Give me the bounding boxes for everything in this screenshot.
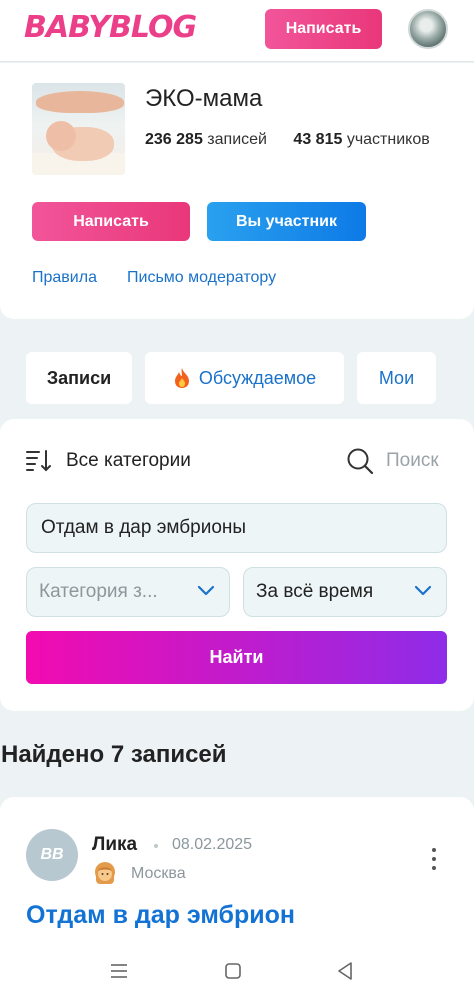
community-stats: 236 285 записей 43 815 участников [145,131,430,149]
community-card: ЭКО-мама 236 285 записей 43 815 участник… [0,63,474,319]
community-title: ЭКО-мама [145,85,263,112]
community-image [32,83,125,175]
search-icon [347,448,374,475]
tab-discussed[interactable]: Обсуждаемое [145,352,344,404]
search-toggle[interactable]: Поиск [346,447,439,475]
period-select-value: За всё время [256,581,374,602]
post-title[interactable]: Отдам в дар эмбрион [26,901,295,930]
filter-card: Все категории Поиск Отдам в дар эмбрионы… [0,419,474,711]
categories-label: Все категории [66,450,191,471]
members-label: участников [346,131,430,148]
author-avatar[interactable]: BB [26,829,78,881]
chevron-down-icon [414,585,432,596]
tab-discussed-label: Обсуждаемое [198,367,317,388]
more-options-icon[interactable] [428,847,440,873]
tab-mine[interactable]: Мои [357,352,436,404]
search-label: Поиск [386,450,439,471]
member-button[interactable]: Вы участник [207,202,366,241]
results-heading: Найдено 7 записей [1,741,227,768]
categories-filter[interactable]: Все категории [26,449,191,473]
rules-link[interactable]: Правила [32,269,97,287]
tab-mine-label: Мои [378,367,415,388]
girl-emoji-icon [95,862,115,884]
moderator-link[interactable]: Письмо модератору [127,269,276,287]
chevron-down-icon [197,585,215,596]
fire-icon [173,367,191,389]
user-avatar[interactable] [408,9,448,49]
search-query-input[interactable]: Отдам в дар эмбрионы [26,503,447,553]
sort-filter-icon [26,450,51,472]
system-nav-bar [0,945,474,1000]
members-count: 43 815 [293,131,343,148]
back-icon[interactable] [337,962,353,980]
posts-label: записей [207,131,267,148]
community-write-button[interactable]: Написать [32,202,190,241]
posts-count: 236 285 [145,131,203,148]
post-date: 08.02.2025 [172,836,253,853]
category-select[interactable]: Категория з... [26,567,230,617]
recent-apps-icon[interactable] [110,963,128,979]
separator-dot [154,844,158,848]
post-city: Москва [131,865,186,882]
babyblog-logo[interactable]: BABYBLOG [24,10,197,45]
category-select-placeholder: Категория з... [39,581,158,602]
tab-posts-label: Записи [46,367,112,388]
find-button[interactable]: Найти [26,631,447,684]
period-select[interactable]: За всё время [243,567,447,617]
header-write-button[interactable]: Написать [265,9,382,49]
top-header: BABYBLOG Написать [0,0,474,62]
post-author[interactable]: Лика [92,834,137,856]
tab-posts[interactable]: Записи [26,352,132,404]
home-icon[interactable] [225,963,241,979]
